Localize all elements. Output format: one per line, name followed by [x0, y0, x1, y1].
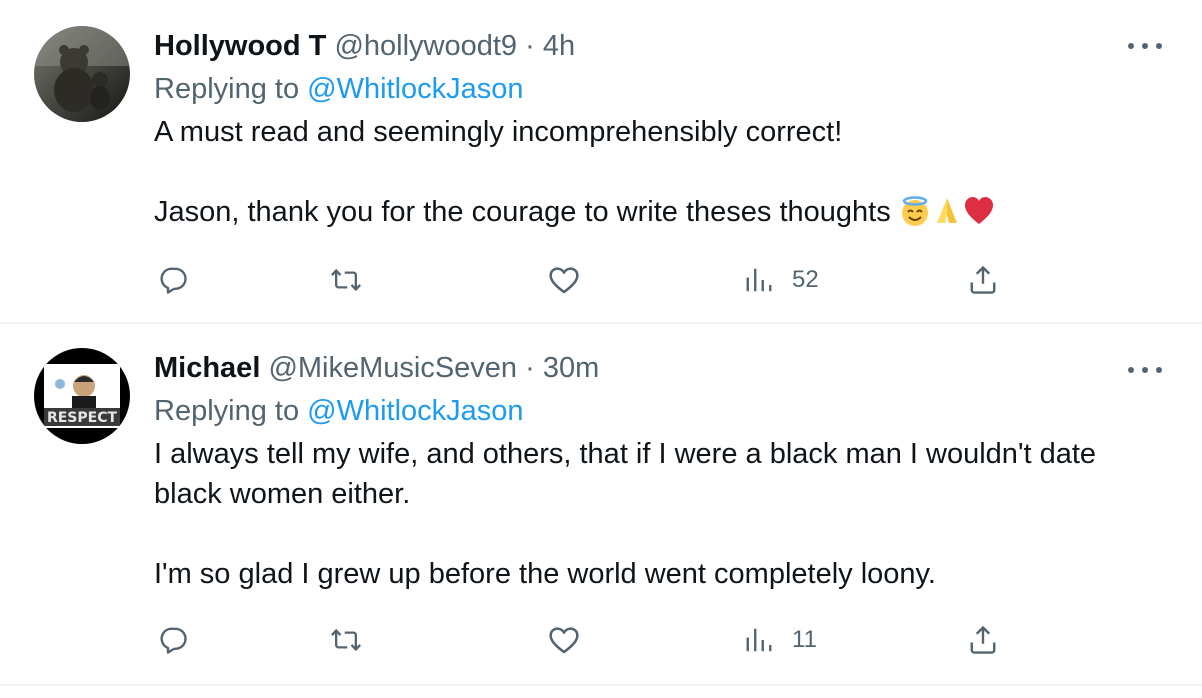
reply-icon — [160, 627, 187, 654]
smiling-face-with-halo-emoji — [899, 195, 931, 238]
tweet-content: Michael @MikeMusicSeven · 30m Replying t… — [154, 348, 1166, 594]
more-icon — [1128, 367, 1134, 373]
like-button[interactable] — [548, 620, 580, 660]
reply-button[interactable] — [158, 260, 188, 300]
share-icon — [970, 265, 996, 294]
action-bar: 52 — [154, 260, 1014, 300]
display-name[interactable]: Hollywood T — [154, 30, 326, 62]
views-icon — [746, 628, 772, 652]
timestamp[interactable]: 30m — [543, 352, 599, 384]
teddy-bear-avatar-image — [34, 26, 130, 122]
avatar[interactable] — [34, 26, 130, 122]
share-icon — [970, 625, 996, 654]
tweet-text: A must read and seemingly incomprehensib… — [154, 112, 1166, 238]
replying-to-link[interactable]: @WhitlockJason — [307, 73, 523, 105]
views-count: 11 — [792, 626, 817, 653]
avatar-text: RESPECT — [47, 410, 118, 426]
folded-hands-emoji — [931, 195, 963, 238]
more-options-button[interactable] — [1128, 36, 1162, 56]
replying-to-label: Replying to — [154, 73, 300, 105]
replying-to-label: Replying to — [154, 395, 300, 427]
views-count: 52 — [792, 266, 819, 293]
like-icon — [549, 627, 579, 654]
more-icon — [1128, 43, 1134, 49]
action-bar: 11 — [154, 620, 1014, 660]
red-heart-emoji — [963, 195, 995, 238]
tweet-content: Hollywood T @hollywoodt9 · 4h Replying t… — [154, 26, 1166, 238]
share-button[interactable] — [968, 620, 998, 660]
reply-button[interactable] — [158, 620, 188, 660]
avatar[interactable]: RESPECT — [34, 348, 130, 444]
reply-tweet[interactable]: Hollywood T @hollywoodt9 · 4h Replying t… — [0, 0, 1202, 324]
replying-to-line: Replying to @WhitlockJason — [154, 66, 1166, 112]
tweet-text-line: A must read and seemingly incomprehensib… — [154, 116, 843, 148]
separator-dot: · — [525, 30, 535, 62]
reply-tweet[interactable]: RESPECT Michael @MikeMusicSeven · 30m Re… — [0, 324, 1202, 686]
retweet-icon — [330, 628, 362, 652]
handle[interactable]: @hollywoodt9 — [334, 30, 517, 62]
share-button[interactable] — [968, 260, 998, 300]
views-button[interactable]: 11 — [744, 620, 817, 660]
tweet-text-line: Jason, thank you for the courage to writ… — [154, 192, 1166, 238]
retweet-button[interactable] — [330, 260, 362, 300]
respect-badge-avatar-image: RESPECT — [34, 348, 130, 444]
more-options-button[interactable] — [1128, 360, 1162, 380]
replying-to-link[interactable]: @WhitlockJason — [307, 395, 523, 427]
tweet-text-line: I always tell my wife, and others, that … — [154, 438, 1097, 470]
tweet-header: Hollywood T @hollywoodt9 · 4h — [154, 26, 1166, 66]
tweet-text-line: black women either. — [154, 478, 411, 510]
tweet-text-line: I'm so glad I grew up before the world w… — [154, 558, 936, 590]
tweet-text: I always tell my wife, and others, that … — [154, 434, 1166, 594]
tweet-header: Michael @MikeMusicSeven · 30m — [154, 348, 1166, 388]
separator-dot: · — [525, 352, 535, 384]
replying-to-line: Replying to @WhitlockJason — [154, 388, 1166, 434]
retweet-icon — [330, 268, 362, 292]
timestamp[interactable]: 4h — [543, 30, 575, 62]
display-name[interactable]: Michael — [154, 352, 260, 384]
like-button[interactable] — [548, 260, 580, 300]
views-button[interactable]: 52 — [744, 260, 819, 300]
views-icon — [746, 268, 772, 292]
like-icon — [549, 267, 579, 294]
retweet-button[interactable] — [330, 620, 362, 660]
reply-icon — [160, 267, 187, 294]
handle[interactable]: @MikeMusicSeven — [268, 352, 517, 384]
